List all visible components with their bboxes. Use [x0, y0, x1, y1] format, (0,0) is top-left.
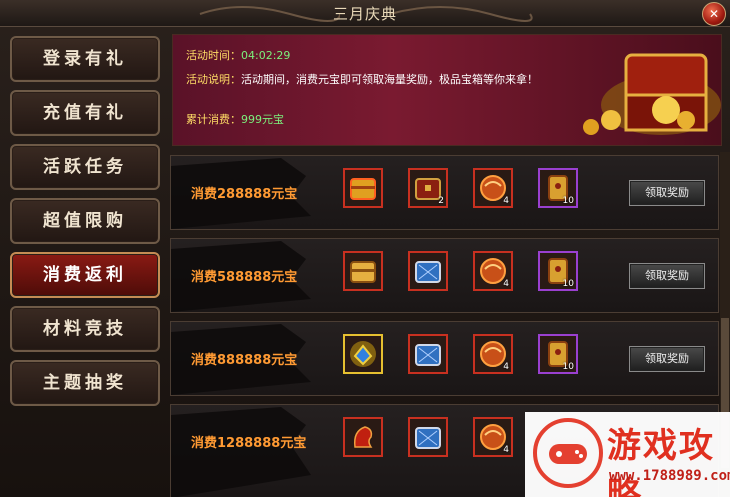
time-value: 04:02:29: [241, 49, 291, 62]
reward-row: 消费588888元宝 4 10 领取奖励: [170, 238, 719, 313]
watermark: 游戏攻略 www.1788989.com: [525, 412, 730, 497]
sidebar-item-active-tasks[interactable]: 活跃任务: [10, 144, 160, 190]
total-label: 累计消费：: [186, 113, 241, 126]
red-bird-icon[interactable]: [343, 417, 383, 457]
event-banner: 活动时间：04:02:29 活动说明：活动期间，消费元宝即可领取海量奖励，极品宝…: [172, 34, 722, 146]
reward-row: 消费888888元宝 4 10 领取奖励: [170, 321, 719, 396]
sidebar-item-limited-purchase[interactable]: 超值限购: [10, 198, 160, 244]
reward-threshold-label: 消费888888元宝: [191, 353, 298, 368]
close-button[interactable]: ✕: [702, 2, 726, 26]
sidebar-item-theme-lottery[interactable]: 主题抽奖: [10, 360, 160, 406]
watermark-url: www.1788989.com: [609, 468, 730, 484]
scroll-icon[interactable]: 10: [538, 251, 578, 291]
desc-label: 活动说明：: [186, 73, 241, 86]
sidebar: 登录有礼 充值有礼 活跃任务 超值限购 消费返利 材料竞技 主题抽奖: [10, 36, 160, 414]
orange-orb-icon[interactable]: 4: [473, 334, 513, 374]
time-label: 活动时间：: [186, 49, 241, 62]
orange-orb-icon[interactable]: 4: [473, 168, 513, 208]
desc-value: 活动期间，消费元宝即可领取海量奖励，极品宝箱等你来拿！: [241, 73, 538, 86]
watermark-title: 游戏攻略: [607, 426, 715, 497]
scroll-icon[interactable]: 10: [538, 168, 578, 208]
reward-threshold-label: 消费1288888元宝: [191, 436, 307, 451]
red-chest-icon[interactable]: 2: [408, 168, 448, 208]
blue-chest-icon[interactable]: [408, 251, 448, 291]
sidebar-item-spend-rebate[interactable]: 消费返利: [10, 252, 160, 298]
reward-threshold-label: 消费588888元宝: [191, 270, 298, 285]
claim-reward-button[interactable]: 领取奖励: [629, 180, 705, 206]
orange-orb-icon[interactable]: 4: [473, 251, 513, 291]
sidebar-item-recharge-gift[interactable]: 充值有礼: [10, 90, 160, 136]
blue-gem-icon[interactable]: [343, 334, 383, 374]
reward-row: 消费288888元宝 2 4 10 领取奖励: [170, 155, 719, 230]
blue-chest-icon[interactable]: [408, 417, 448, 457]
blue-chest-icon[interactable]: [408, 334, 448, 374]
claim-reward-button[interactable]: 领取奖励: [629, 346, 705, 372]
gold-chest-icon[interactable]: [343, 168, 383, 208]
title-bar: 三月庆典 ✕: [0, 0, 730, 27]
sidebar-item-login-gift[interactable]: 登录有礼: [10, 36, 160, 82]
gamepad-logo-icon: [533, 418, 603, 488]
reward-threshold-label: 消费288888元宝: [191, 187, 298, 202]
claim-reward-button[interactable]: 领取奖励: [629, 263, 705, 289]
scroll-icon[interactable]: 10: [538, 334, 578, 374]
window-title: 三月庆典: [332, 5, 397, 23]
sidebar-item-material-contest[interactable]: 材料竞技: [10, 306, 160, 352]
total-value: 999元宝: [241, 113, 284, 126]
event-window: 三月庆典 ✕ 登录有礼 充值有礼 活跃任务 超值限购 消费返利 材料竞技 主题抽…: [0, 0, 730, 497]
gold-chest-icon[interactable]: [343, 251, 383, 291]
orange-orb-icon[interactable]: 4: [473, 417, 513, 457]
treasure-chest-icon: [583, 53, 721, 135]
